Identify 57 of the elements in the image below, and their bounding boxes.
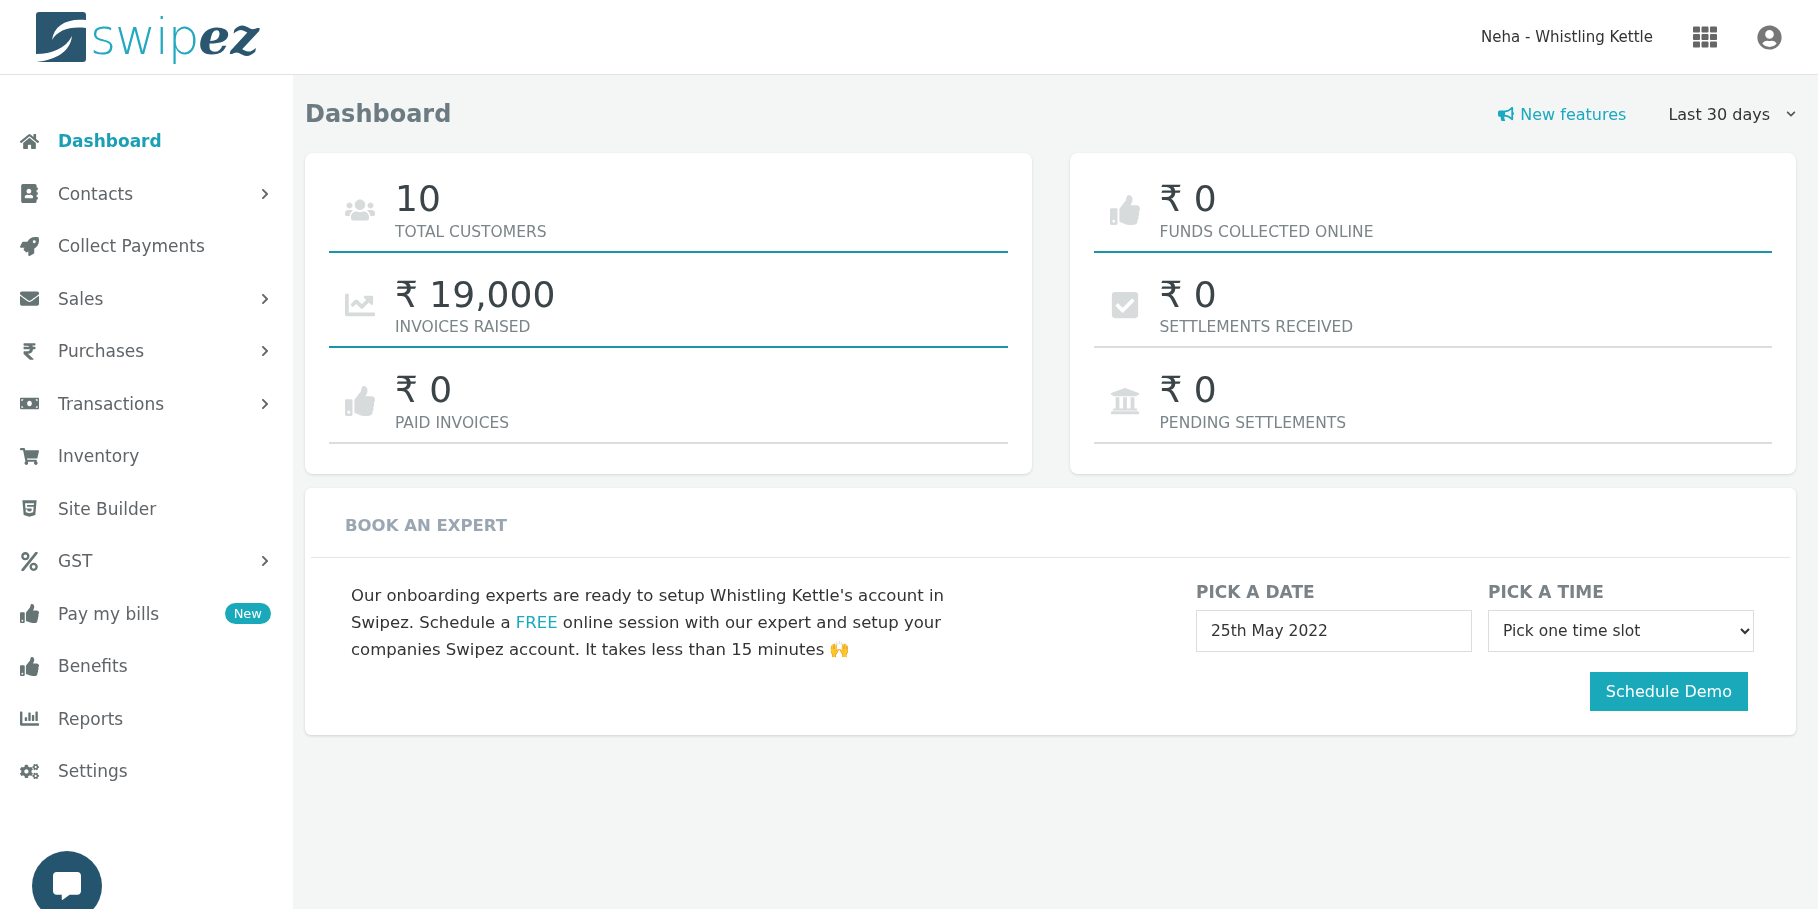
bank-icon [1109, 386, 1140, 416]
description-text: Our onboarding experts are ready to setup Whistling Kettle's account in Swipez. Schedule a FREE online session with our expert and setup your companies Swipez account. It takes less than 15 minutes 🙌 [351, 584, 946, 661]
sidebar-item[interactable]: Contacts [0, 167, 293, 220]
page-title: Dashboard [305, 100, 452, 128]
contact-book-icon [20, 184, 39, 204]
sidebar-item[interactable]: Inventory [0, 430, 293, 483]
sidebar-item[interactable]: Dashboard [0, 115, 293, 168]
thumbs-up-icon [20, 604, 39, 624]
section-title: BOOK AN EXPERT [311, 487, 1790, 558]
user-name: Neha - Whistling Kettle [1481, 28, 1653, 46]
stat-label: PAID INVOICES [395, 413, 510, 432]
sidebar-item[interactable]: Transactions [0, 377, 293, 430]
envelope-icon [20, 289, 39, 309]
html5-icon [20, 499, 39, 519]
sidebar-item[interactable]: Site Builder [0, 482, 293, 535]
sidebar-item[interactable]: Benefits [0, 640, 293, 693]
stat-label: FUNDS COLLECTED ONLINE [1159, 222, 1374, 241]
stat-value: ₹ 0 [1159, 370, 1218, 410]
date-range-dropdown[interactable]: Last 30 days [1668, 104, 1796, 124]
home-icon [20, 131, 39, 151]
stat-label: PENDING SETTLEMENTS [1159, 413, 1347, 432]
sidebar-item[interactable]: Sales [0, 272, 293, 325]
date-field[interactable]: 25th May 2022 [1196, 609, 1472, 652]
thumbs-up-icon [1109, 194, 1140, 225]
cart-icon [20, 446, 39, 466]
sidebar-item[interactable]: Purchases [0, 325, 293, 378]
thumbs-up-icon [345, 386, 375, 416]
stat-value: 10 [395, 179, 442, 219]
stat-label: INVOICES RAISED [395, 318, 532, 337]
sidebar-item[interactable]: GST [0, 535, 293, 588]
stat-label: SETTLEMENTS RECEIVED [1159, 318, 1354, 337]
bar-chart-icon [20, 709, 39, 729]
new-badge: New [224, 603, 271, 625]
checkbox-icon [1109, 290, 1140, 321]
sidebar-item[interactable]: Collect Payments [0, 220, 293, 273]
field-label: PICK A DATE [1196, 581, 1316, 602]
sidebar-item[interactable]: Pay my bills New [0, 587, 293, 640]
percent-icon [20, 551, 39, 571]
caret-icon [1786, 109, 1796, 119]
swipez-logo: swipez [36, 12, 259, 62]
megaphone-icon [1498, 106, 1515, 122]
stat-value: ₹ 19,000 [395, 274, 556, 315]
time-select[interactable]: Pick one time slot [1488, 609, 1754, 652]
sidebar-item[interactable]: Settings [0, 745, 293, 798]
apps-grid-icon[interactable] [1693, 25, 1717, 49]
thumbs-up-icon [20, 656, 39, 676]
sidebar-item[interactable]: Reports [0, 692, 293, 745]
chat-icon [53, 872, 81, 900]
stat-value: ₹ 0 [1159, 274, 1218, 315]
stat-value: ₹ 0 [1159, 179, 1218, 219]
field-label: PICK A TIME [1488, 581, 1605, 602]
gears-icon [20, 761, 39, 781]
rocket-icon [20, 236, 39, 256]
stat-value: ₹ 0 [395, 370, 454, 410]
stat-label: TOTAL CUSTOMERS [395, 222, 547, 241]
user-icon[interactable] [1757, 24, 1782, 50]
chat-button[interactable] [32, 851, 102, 909]
